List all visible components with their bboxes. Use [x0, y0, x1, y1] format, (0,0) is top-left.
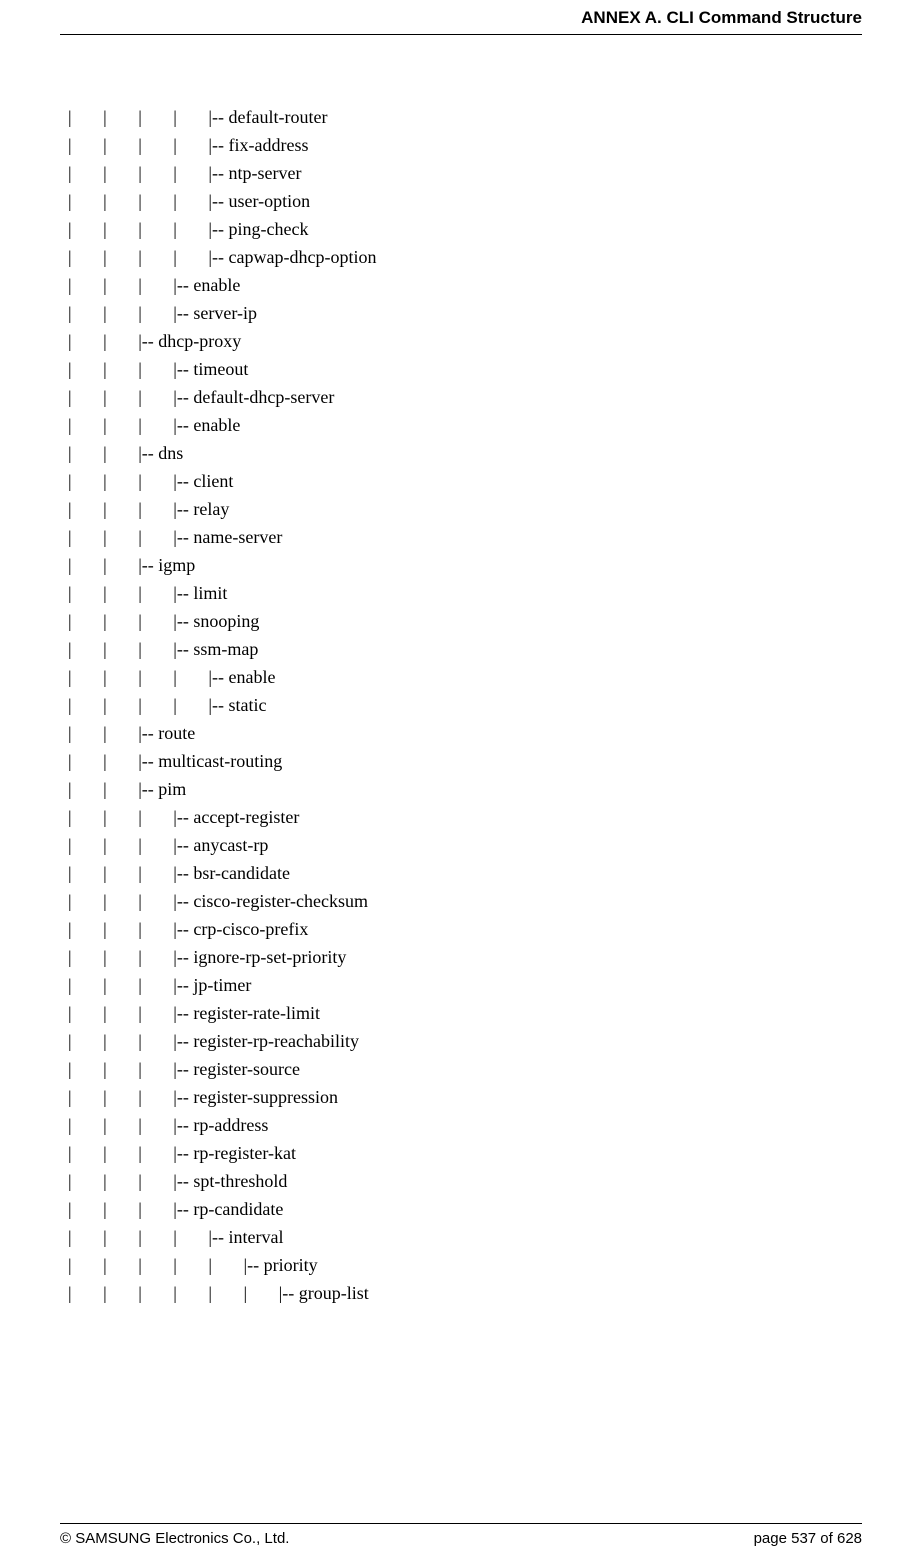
header-title: ANNEX A. CLI Command Structure: [581, 8, 862, 27]
tree-line: | | | |-- enable: [68, 411, 862, 439]
tree-line: | | | |-- spt-threshold: [68, 1167, 862, 1195]
tree-line: | | |-- route: [68, 719, 862, 747]
tree-line: | | | |-- name-server: [68, 523, 862, 551]
footer-copyright: © SAMSUNG Electronics Co., Ltd.: [60, 1530, 289, 1547]
tree-line: | | | |-- rp-candidate: [68, 1195, 862, 1223]
tree-line: | | |-- dhcp-proxy: [68, 327, 862, 355]
tree-line: | | | |-- client: [68, 467, 862, 495]
tree-line: | | | |-- bsr-candidate: [68, 859, 862, 887]
tree-line: | | |-- pim: [68, 775, 862, 803]
tree-line: | | | |-- register-rp-reachability: [68, 1027, 862, 1055]
tree-line: | | | |-- register-rate-limit: [68, 999, 862, 1027]
tree-line: | | | | |-- interval: [68, 1223, 862, 1251]
document-page: ANNEX A. CLI Command Structure | | | | |…: [0, 0, 922, 1565]
tree-line: | | | |-- ignore-rp-set-priority: [68, 943, 862, 971]
page-header: ANNEX A. CLI Command Structure: [60, 0, 862, 35]
tree-line: | | | |-- rp-register-kat: [68, 1139, 862, 1167]
tree-line: | | | |-- anycast-rp: [68, 831, 862, 859]
tree-line: | | | |-- relay: [68, 495, 862, 523]
tree-line: | | | | |-- fix-address: [68, 131, 862, 159]
tree-line: | | | |-- cisco-register-checksum: [68, 887, 862, 915]
tree-line: | | | |-- jp-timer: [68, 971, 862, 999]
footer-page-number: page 537 of 628: [754, 1530, 862, 1547]
tree-line: | | | |-- ssm-map: [68, 635, 862, 663]
tree-line: | | | |-- register-suppression: [68, 1083, 862, 1111]
tree-line: | | | | | |-- priority: [68, 1251, 862, 1279]
tree-line: | | | |-- crp-cisco-prefix: [68, 915, 862, 943]
tree-line: | | | |-- snooping: [68, 607, 862, 635]
tree-line: | | | | |-- default-router: [68, 103, 862, 131]
tree-line: | | | |-- register-source: [68, 1055, 862, 1083]
tree-line: | | | | | | |-- group-list: [68, 1279, 862, 1307]
tree-line: | | |-- igmp: [68, 551, 862, 579]
tree-line: | | | | |-- user-option: [68, 187, 862, 215]
tree-line: | | | |-- accept-register: [68, 803, 862, 831]
tree-line: | | | | |-- enable: [68, 663, 862, 691]
cli-command-tree: | | | | |-- default-router| | | | |-- fi…: [68, 103, 862, 1307]
tree-line: | | | |-- server-ip: [68, 299, 862, 327]
tree-line: | | | |-- rp-address: [68, 1111, 862, 1139]
tree-line: | | | |-- enable: [68, 271, 862, 299]
tree-line: | | | |-- timeout: [68, 355, 862, 383]
page-footer: © SAMSUNG Electronics Co., Ltd. page 537…: [60, 1523, 862, 1547]
tree-line: | | | |-- limit: [68, 579, 862, 607]
tree-line: | | | | |-- ntp-server: [68, 159, 862, 187]
tree-line: | | |-- multicast-routing: [68, 747, 862, 775]
tree-line: | | | | |-- capwap-dhcp-option: [68, 243, 862, 271]
tree-line: | | | |-- default-dhcp-server: [68, 383, 862, 411]
tree-line: | | |-- dns: [68, 439, 862, 467]
tree-line: | | | | |-- static: [68, 691, 862, 719]
tree-line: | | | | |-- ping-check: [68, 215, 862, 243]
